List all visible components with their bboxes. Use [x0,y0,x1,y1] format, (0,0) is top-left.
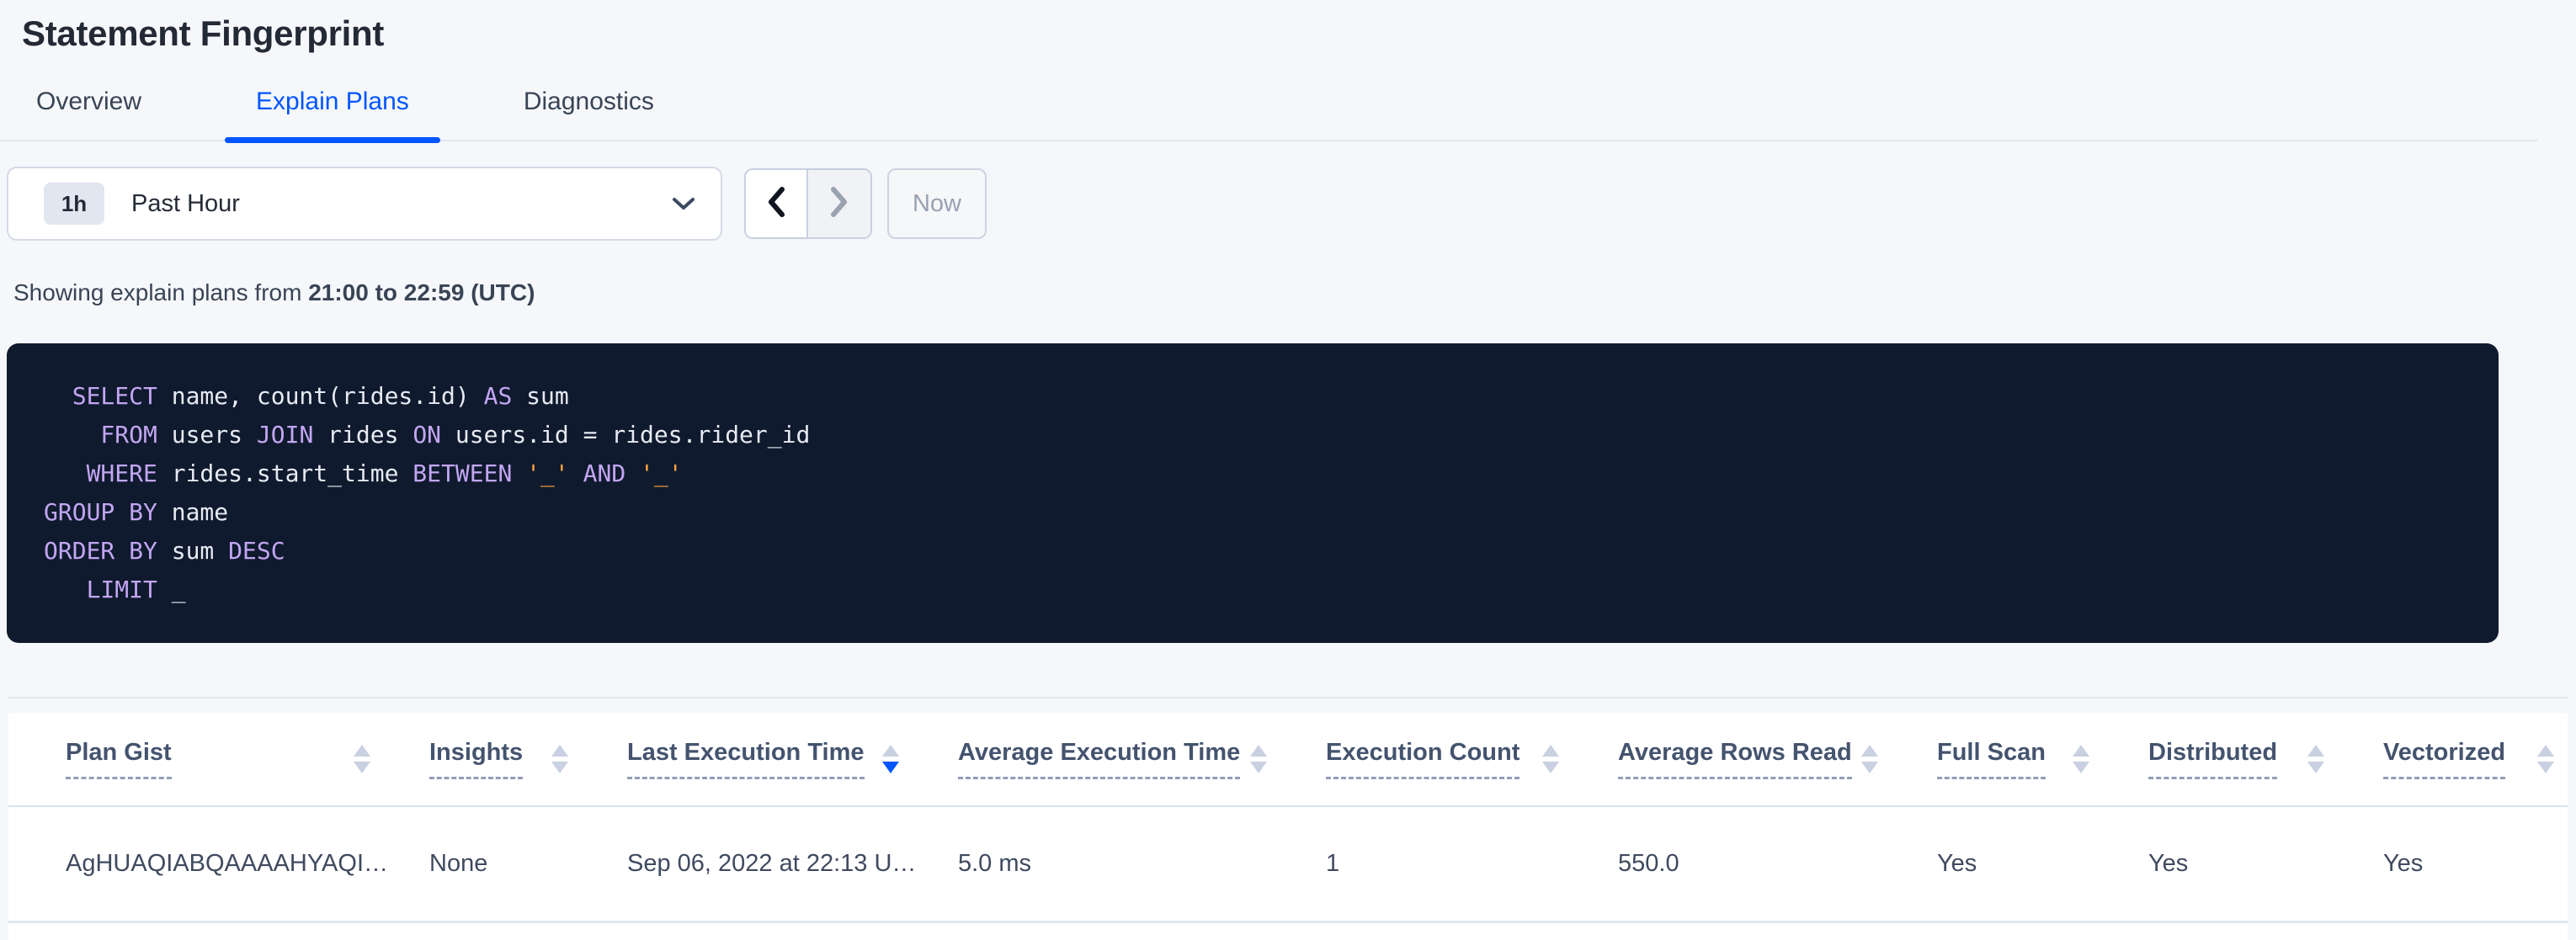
explain-plans-table-card: Plan Gist Insights Last Execution Time Aver… [8,713,2568,940]
sort-icon[interactable] [2307,745,2324,773]
column-label: Full Scan [1937,739,2046,779]
sql-code-block: SELECT name, count(rides.id) AS sum FROM… [7,343,2499,643]
sort-icon[interactable] [1250,745,1267,773]
sql-line: GROUP BY name [44,493,2465,532]
sql-line: SELECT name, count(rides.id) AS sum [44,377,2465,416]
sql-line: LIMIT _ [44,571,2465,609]
sort-down-arrow-icon [1542,762,1559,773]
column-header-distributed[interactable]: Distributed [2148,739,2383,779]
sql-line: WHERE rides.start_time BETWEEN '_' AND '… [44,454,2465,493]
sort-down-arrow-icon [354,762,370,773]
cell-last-execution-time: Sep 06, 2022 at 22:13 UTC [627,850,958,878]
sort-up-arrow-icon [882,745,899,757]
now-button[interactable]: Now [887,168,987,239]
column-header-full-scan[interactable]: Full Scan [1937,739,2148,779]
summary-text: Showing explain plans from 21:00 to 22:5… [13,279,2576,306]
table-row: AgHUAQIABQAAAAHYAQIAiA...NoneSep 06, 202… [8,807,2568,923]
table-body: AgHUAQIABQAAAAHYAQIAiA...NoneSep 06, 202… [8,807,2568,923]
summary-range: 21:00 to 22:59 (UTC) [308,279,535,305]
chevron-down-icon [672,196,695,211]
column-header-insights[interactable]: Insights [429,739,627,779]
previous-interval-button[interactable] [746,170,808,237]
sql-line: ORDER BY sum DESC [44,532,2465,571]
sql-line: FROM users JOIN rides ON users.id = ride… [44,416,2465,454]
sort-icon[interactable] [354,745,370,773]
tab-bar: Overview Explain Plans Diagnostics [0,88,2537,141]
cell-distributed: Yes [2148,850,2383,878]
column-header-plan-gist[interactable]: Plan Gist [66,739,429,779]
chevron-left-icon [767,187,785,221]
table-header-row: Plan Gist Insights Last Execution Time Aver… [8,713,2568,807]
cell-average-rows-read: 550.0 [1618,850,1937,878]
sort-down-arrow-icon [2073,762,2089,773]
column-header-last-execution-time[interactable]: Last Execution Time [627,739,958,779]
sort-up-arrow-icon [354,745,370,757]
tab-overview[interactable]: Overview [5,88,173,140]
column-header-average-execution-time[interactable]: Average Execution Time [958,739,1326,779]
column-label: Execution Count [1326,739,1520,779]
cell-execution-count: 1 [1326,850,1618,878]
time-step-button-group [744,168,872,239]
section-divider [8,697,2568,698]
column-label: Average Rows Read [1618,739,1852,779]
sort-down-arrow-icon [551,762,568,773]
column-header-vectorized[interactable]: Vectorized [2383,739,2568,779]
column-label: Vectorized [2383,739,2505,779]
cell-plan-gist[interactable]: AgHUAQIABQAAAAHYAQIAiA... [66,850,429,878]
next-interval-button[interactable] [808,170,870,237]
tab-explain-plans[interactable]: Explain Plans [225,88,440,140]
column-header-average-rows-read[interactable]: Average Rows Read [1618,739,1937,779]
sort-up-arrow-icon [1861,745,1878,757]
time-range-badge: 1h [44,183,104,225]
sort-icon[interactable] [1861,745,1878,773]
column-label: Average Execution Time [958,739,1240,779]
cell-vectorized: Yes [2383,850,2568,878]
sort-down-arrow-icon [2537,762,2554,773]
column-label: Distributed [2148,739,2277,779]
column-label: Insights [429,739,523,779]
sort-up-arrow-icon [2307,745,2324,757]
column-header-execution-count[interactable]: Execution Count [1326,739,1618,779]
sort-icon[interactable] [551,745,568,773]
sort-icon[interactable] [882,745,899,773]
time-range-select[interactable]: 1h Past Hour [7,167,722,241]
page-title: Statement Fingerprint [22,12,2576,56]
sort-up-arrow-icon [1542,745,1559,757]
cell-insights: None [429,850,627,878]
cell-average-execution-time: 5.0 ms [958,850,1326,878]
sort-icon[interactable] [1542,745,1559,773]
sort-down-arrow-icon [1250,762,1267,773]
sort-down-arrow-icon [1861,762,1878,773]
cell-full-scan: Yes [1937,850,2148,878]
time-controls: 1h Past Hour Now [7,167,2576,241]
time-range-label: Past Hour [131,190,240,218]
sort-up-arrow-icon [551,745,568,757]
column-label: Last Execution Time [627,739,865,779]
sort-down-arrow-icon [882,762,899,773]
sort-down-arrow-icon [2307,762,2324,773]
sort-up-arrow-icon [2073,745,2089,757]
column-label: Plan Gist [66,739,172,779]
tab-diagnostics[interactable]: Diagnostics [492,88,685,140]
chevron-right-icon [830,187,849,221]
sort-up-arrow-icon [1250,745,1267,757]
sort-icon[interactable] [2073,745,2089,773]
sort-icon[interactable] [2537,745,2554,773]
summary-prefix: Showing explain plans from [13,279,308,305]
sort-up-arrow-icon [2537,745,2554,757]
